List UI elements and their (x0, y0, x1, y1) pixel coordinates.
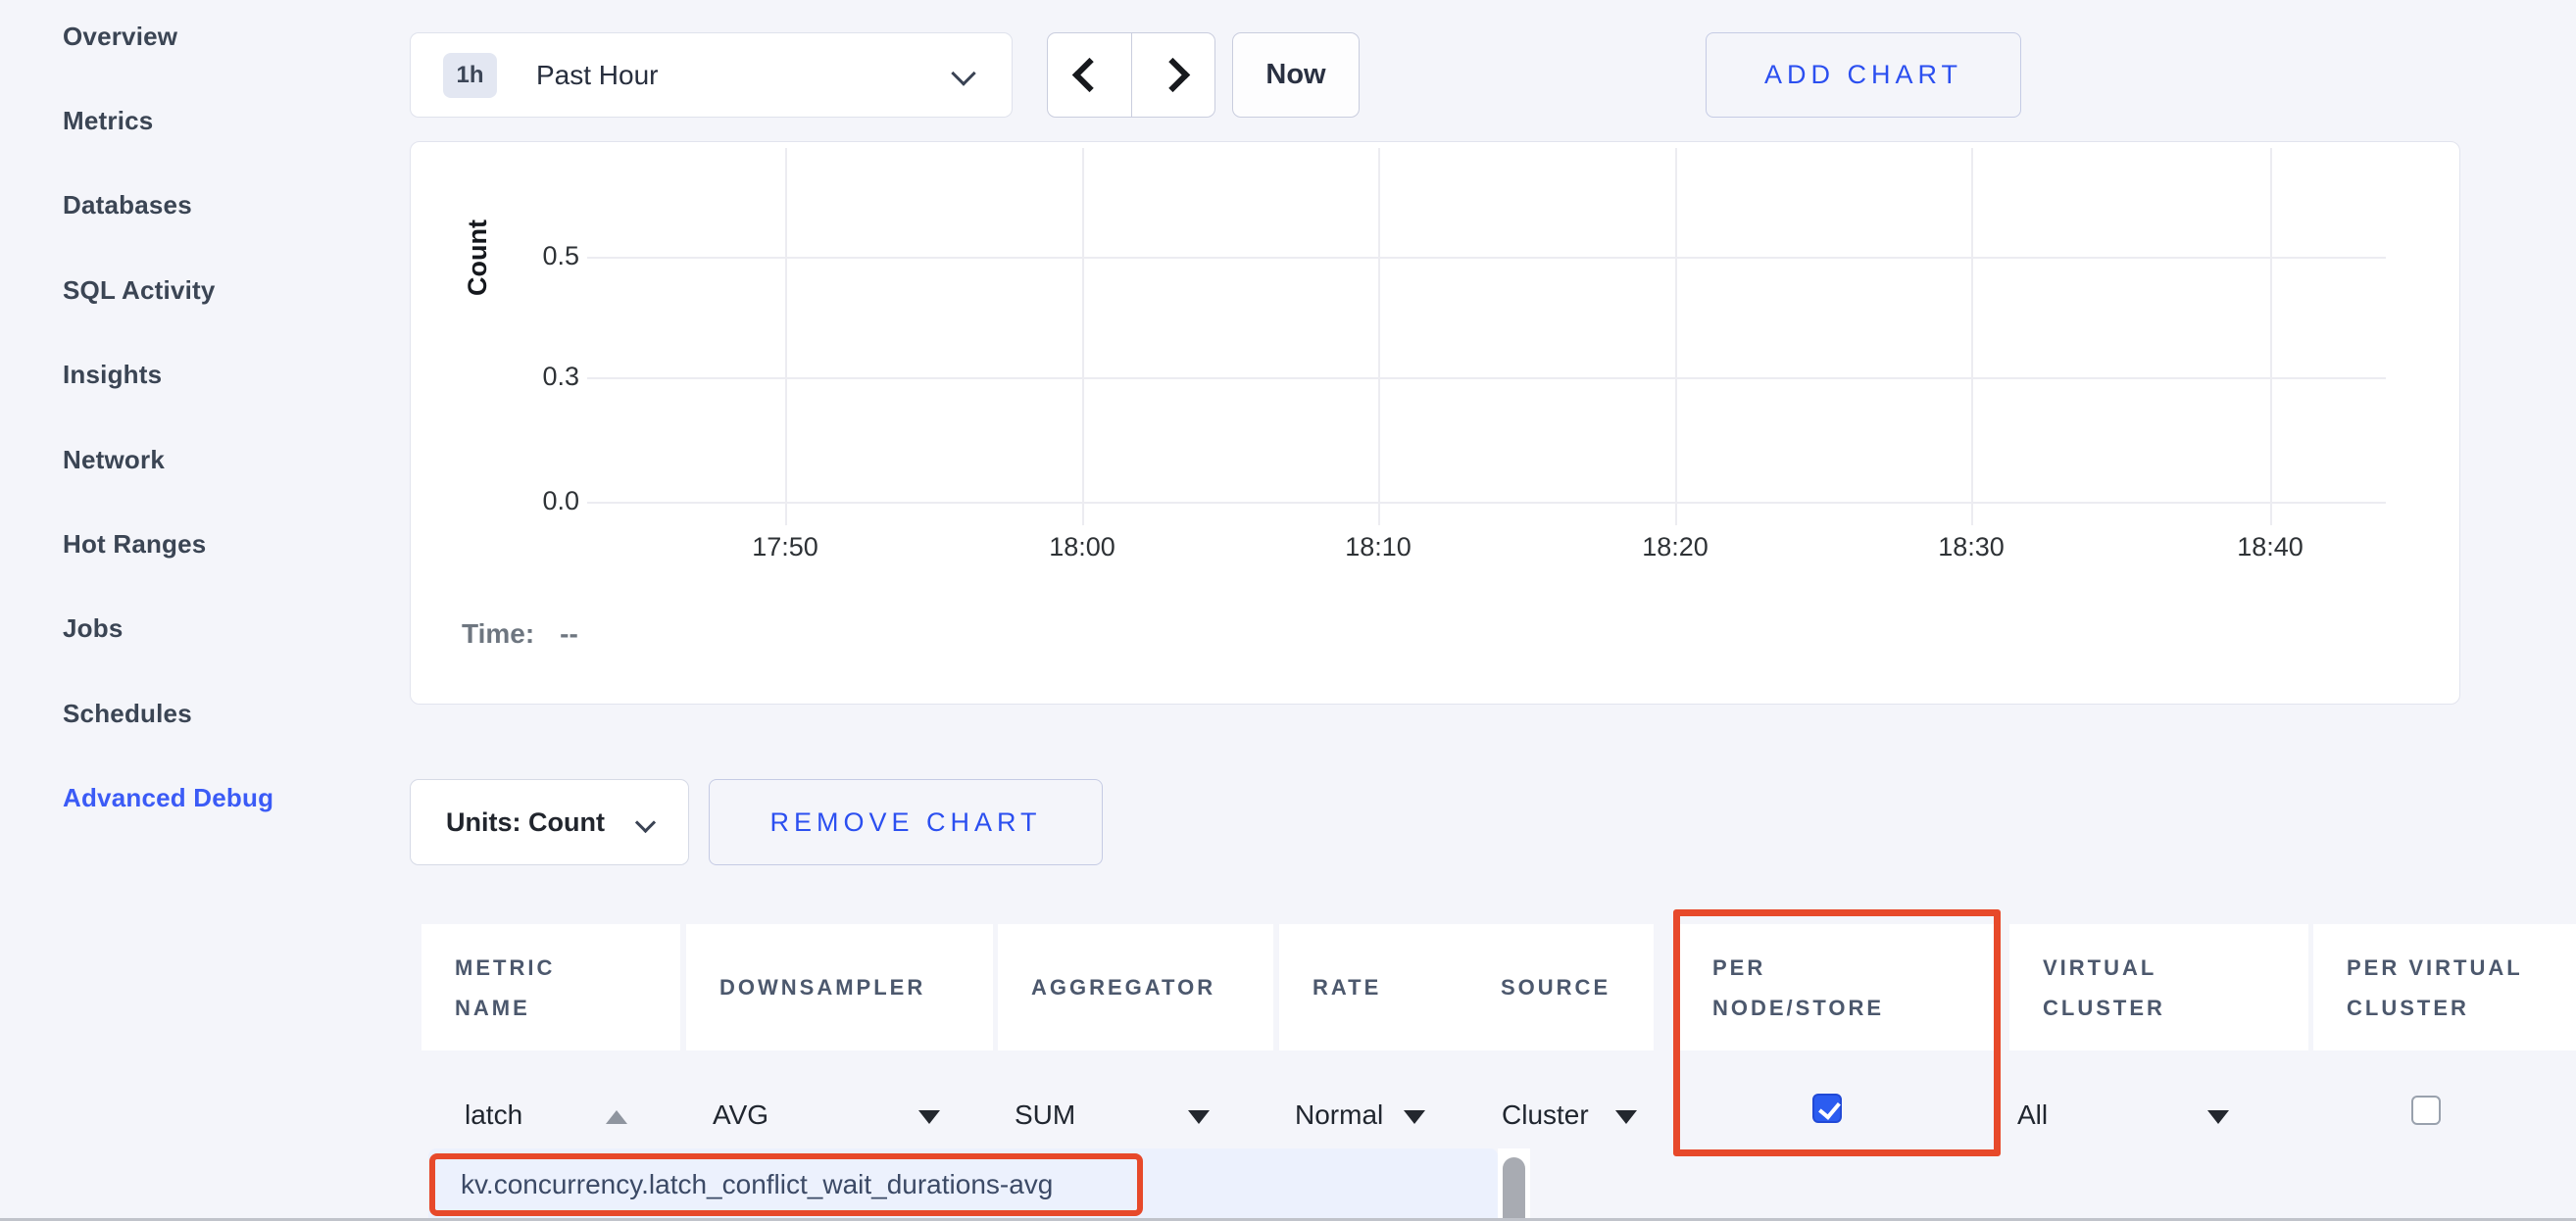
header-source: SOURCE (1467, 924, 1654, 1050)
rate-select[interactable]: Normal (1295, 1099, 1383, 1131)
aggregator-select[interactable]: SUM (1015, 1099, 1075, 1131)
metric-name-input[interactable]: latch (465, 1099, 522, 1131)
sidebar-item-databases[interactable]: Databases (63, 164, 273, 248)
time-shift-buttons (1047, 32, 1215, 118)
header-aggregator: AGGREGATOR (998, 924, 1273, 1050)
now-button[interactable]: Now (1232, 32, 1360, 118)
caret-up-icon (606, 1110, 627, 1124)
chevron-down-icon (635, 812, 656, 833)
header-downsampler: DOWNSAMPLER (686, 924, 993, 1050)
check-icon (1818, 1097, 1841, 1120)
gridline-horizontal (587, 257, 2386, 259)
remove-chart-button[interactable]: REMOVE CHART (709, 779, 1103, 865)
prev-time-button[interactable] (1048, 33, 1132, 117)
time-readout-value: -- (560, 618, 578, 649)
sidebar-item-schedules[interactable]: Schedules (63, 671, 273, 756)
per-node-store-checkbox[interactable] (1812, 1094, 1842, 1123)
x-tick: 18:10 (1310, 532, 1447, 562)
gridline-vertical (785, 148, 787, 525)
chart-card[interactable]: Count 0.5 0.3 0.0 17:50 18:00 18:10 18:2… (410, 141, 2460, 705)
units-select[interactable]: Units: Count (410, 779, 689, 865)
sidebar-item-metrics[interactable]: Metrics (63, 78, 273, 163)
caret-down-icon[interactable] (1404, 1110, 1425, 1124)
header-metric-name: METRIC NAME (421, 924, 680, 1050)
gridline-vertical (1082, 148, 1084, 525)
gridline-horizontal (587, 502, 2386, 504)
caret-down-icon[interactable] (2207, 1110, 2229, 1124)
metric-suggestions-dropdown: kv.concurrency.latch_conflict_wait_durat… (428, 1148, 1498, 1221)
y-tick: 0.3 (501, 362, 579, 395)
header-per-node-store: PER NODE/STORE (1679, 924, 1999, 1050)
caret-down-icon[interactable] (1615, 1110, 1637, 1124)
per-virtual-cluster-checkbox[interactable] (2411, 1096, 2441, 1125)
time-range-selector[interactable]: 1h Past Hour (410, 32, 1013, 118)
x-tick: 18:00 (1014, 532, 1151, 562)
virtual-cluster-select[interactable]: All (2017, 1099, 2048, 1131)
gridline-vertical (1378, 148, 1380, 525)
sidebar-item-sql-activity[interactable]: SQL Activity (63, 248, 273, 332)
time-readout: Time: -- (462, 618, 578, 650)
header-virtual-cluster: VIRTUAL CLUSTER (2009, 924, 2308, 1050)
sidebar-item-advanced-debug[interactable]: Advanced Debug (63, 757, 273, 841)
y-tick: 0.5 (501, 241, 579, 274)
caret-down-icon[interactable] (1188, 1110, 1210, 1124)
y-tick: 0.0 (501, 486, 579, 519)
downsampler-select[interactable]: AVG (713, 1099, 768, 1131)
caret-down-icon[interactable] (918, 1110, 940, 1124)
time-range-label: Past Hour (536, 33, 659, 117)
chevron-down-icon (951, 61, 975, 85)
sidebar-nav: Overview Metrics Databases SQL Activity … (63, 0, 273, 841)
sidebar-item-insights[interactable]: Insights (63, 333, 273, 417)
x-tick: 18:30 (1903, 532, 2040, 562)
units-select-label: Units: Count (446, 807, 605, 838)
sidebar-item-network[interactable]: Network (63, 417, 273, 502)
metric-suggestion-item[interactable]: kv.concurrency.latch_conflict_wait_durat… (461, 1148, 1053, 1221)
advanced-debug-custom-chart-page: Overview Metrics Databases SQL Activity … (0, 0, 2576, 1221)
dropdown-scrollbar-thumb[interactable] (1503, 1157, 1525, 1221)
x-tick: 17:50 (717, 532, 854, 562)
x-tick: 18:20 (1607, 532, 1744, 562)
gridline-vertical (2270, 148, 2272, 525)
source-select[interactable]: Cluster (1502, 1099, 1589, 1131)
sidebar-item-overview[interactable]: Overview (63, 0, 273, 78)
add-chart-button[interactable]: ADD CHART (1706, 32, 2021, 118)
sidebar-item-jobs[interactable]: Jobs (63, 587, 273, 671)
chevron-right-icon (1156, 58, 1190, 92)
sidebar-item-hot-ranges[interactable]: Hot Ranges (63, 502, 273, 586)
chevron-left-icon (1072, 58, 1107, 92)
header-rate: RATE (1279, 924, 1483, 1050)
time-window-badge: 1h (443, 53, 497, 98)
gridline-vertical (1675, 148, 1677, 525)
gridline-vertical (1971, 148, 1973, 525)
next-time-button[interactable] (1132, 33, 1215, 117)
gridline-horizontal (587, 377, 2386, 379)
time-readout-label: Time: (462, 618, 534, 649)
x-tick: 18:40 (2202, 532, 2339, 562)
header-per-virtual-cluster: PER VIRTUAL CLUSTER (2313, 924, 2576, 1050)
